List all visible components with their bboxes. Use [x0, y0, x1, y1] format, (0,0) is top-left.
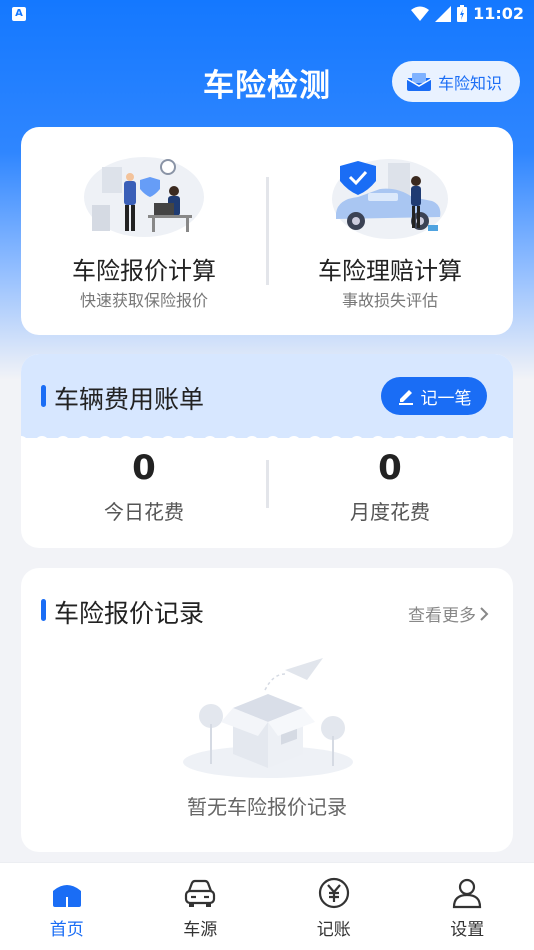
battery-icon	[457, 5, 468, 22]
tab-accounting[interactable]: 记账	[267, 863, 401, 950]
empty-records-text: 暂无车险报价记录	[187, 795, 347, 819]
calculator-card: 车险报价计算 快速获取保险报价 车险理赔计算 事故损失评估	[21, 127, 513, 335]
claim-calculator-title: 车险理赔计算	[318, 257, 462, 285]
tab-home-label: 首页	[49, 920, 84, 940]
view-more-label: 查看更多	[408, 606, 476, 626]
month-spend-value: 0	[378, 448, 402, 488]
status-bar: A 11:02	[0, 0, 534, 30]
home-icon	[52, 885, 81, 907]
view-more-link[interactable]: 查看更多	[408, 601, 489, 626]
empty-box-illustration	[173, 650, 363, 784]
claim-calculator[interactable]: 车险理赔计算 事故损失评估	[267, 127, 513, 335]
quote-calculator-subtitle: 快速获取保险报价	[79, 291, 208, 310]
knowledge-button[interactable]: 车险知识	[392, 61, 520, 102]
knowledge-button-label: 车险知识	[438, 73, 503, 93]
today-spend: 0 今日花费	[21, 354, 267, 548]
claim-car-illustration	[328, 153, 452, 243]
wifi-icon	[411, 6, 430, 21]
tab-settings[interactable]: 设置	[401, 863, 534, 950]
tab-cars-label: 车源	[183, 920, 218, 940]
user-icon	[453, 878, 482, 909]
notification-icon: A	[12, 7, 26, 21]
today-spend-label: 今日花费	[104, 500, 184, 524]
today-spend-value: 0	[132, 448, 156, 488]
yen-icon	[318, 877, 349, 909]
month-spend: 0 月度花费	[267, 354, 513, 548]
records-title: 车险报价记录	[54, 599, 205, 628]
quote-records-card: 车险报价记录 查看更多 暂无车险报价记录	[21, 568, 513, 852]
month-spend-label: 月度花费	[350, 500, 430, 524]
insurance-quote-illustration	[82, 153, 206, 241]
mail-icon	[406, 72, 432, 91]
quote-calculator[interactable]: 车险报价计算 快速获取保险报价	[21, 127, 267, 335]
tab-home[interactable]: 首页	[0, 863, 134, 950]
car-icon	[185, 879, 216, 907]
bottom-tab-bar: 首页 车源 记账 设置	[0, 862, 534, 950]
quote-calculator-title: 车险报价计算	[72, 257, 216, 285]
section-accent-bar	[41, 599, 46, 621]
tab-cars[interactable]: 车源	[134, 863, 268, 950]
tab-accounting-label: 记账	[316, 920, 351, 940]
chevron-right-icon	[480, 606, 489, 621]
status-indicators: 11:02	[411, 4, 524, 23]
tab-settings-label: 设置	[450, 920, 485, 940]
claim-calculator-subtitle: 事故损失评估	[341, 291, 438, 310]
status-time: 11:02	[473, 4, 524, 23]
bill-card: 车辆费用账单 记一笔 0 今日花费 0 月度花费	[21, 354, 513, 548]
signal-icon	[435, 5, 452, 22]
